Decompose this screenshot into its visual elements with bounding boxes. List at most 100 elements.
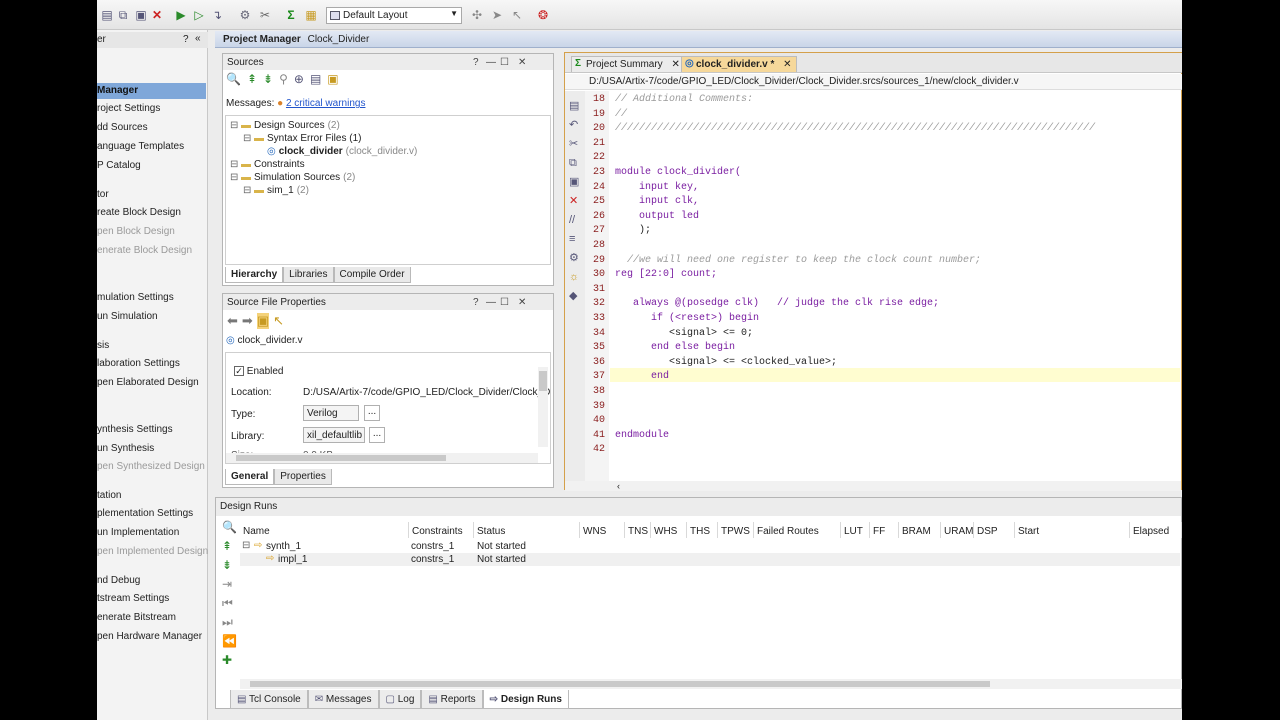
editor-horizontal-scrollbar[interactable]: ‹ [565,481,1181,491]
column-header[interactable]: Start [1015,522,1130,538]
flow-nav-item[interactable]: tor [97,189,109,200]
close-icon[interactable]: ✕ [518,297,526,308]
expand-toggle-icon[interactable]: ⊟ [243,185,254,196]
sum-icon[interactable]: Σ [283,7,299,23]
tab-reports[interactable]: ▤ Reports [421,690,483,709]
type-field[interactable]: Verilog [303,405,359,421]
code-line[interactable]: ////////////////////////////////////////… [615,123,1095,134]
properties-icon[interactable]: ▣ [256,313,270,329]
code-line[interactable]: // Additional Comments: [615,94,753,105]
select-pointer-icon[interactable]: ↖ [273,313,284,329]
column-header[interactable]: WNS [580,522,625,538]
flow-nav-item[interactable]: laboration Settings [97,358,180,369]
code-line[interactable]: input clk, [615,196,699,207]
zoom-fit-icon[interactable]: ✣ [469,7,485,23]
runs-horizontal-scrollbar[interactable] [240,679,1182,689]
expand-toggle-icon[interactable]: ⊟ [242,540,250,551]
next-icon[interactable]: ⏭ [222,613,238,632]
search-icon[interactable]: 🔍 [226,72,241,86]
column-header[interactable]: URAM [941,522,974,538]
column-header[interactable]: Elapsed [1130,522,1182,538]
flow-nav-item[interactable]: pen Implemented Design [97,546,208,557]
run-all-icon[interactable]: ▶ [173,7,189,23]
insert-template-icon[interactable]: ◆ [569,287,579,306]
help-icon[interactable]: ❂ [535,7,551,23]
expand-toggle-icon[interactable]: ⊟ [243,133,254,144]
column-header[interactable]: DSP [974,522,1015,538]
settings-gear-icon[interactable]: ⚙ [237,7,253,23]
comment-icon[interactable]: // [569,211,579,230]
pointer-icon[interactable]: ➤ [489,7,505,23]
flow-nav-item[interactable]: un Implementation [97,527,179,538]
flow-nav-item[interactable]: reate Block Design [97,207,181,218]
tab-sources-2[interactable]: Compile Order [333,267,411,283]
move-icon[interactable]: ↖ [509,7,525,23]
layout-select[interactable]: Default Layout ▼ [326,7,462,24]
minimize-icon[interactable]: — [486,297,496,308]
flow-nav-item[interactable]: tstream Settings [97,593,169,604]
tab-sfp-1[interactable]: Properties [274,469,332,485]
tree-node[interactable]: ⊟ ▬ Constraints [230,159,308,170]
tree-node[interactable]: ⊟ ▬ Simulation Sources (2) [230,172,355,183]
run-row[interactable]: ⇨ synth_1 constrs_1 Not started ⊟ [240,540,1180,553]
indent-icon[interactable]: ≡ [569,230,579,249]
expand-toggle-icon[interactable]: ⊟ [230,120,241,131]
previous-icon[interactable]: ⏪ [222,632,238,651]
code-line[interactable]: // [615,109,627,120]
code-line[interactable]: end else begin [615,342,735,353]
code-line[interactable]: output led [615,211,699,222]
flow-nav-item[interactable]: enerate Block Design [97,245,192,256]
expand-all-icon[interactable]: ⇟ [263,72,273,86]
flow-nav-item[interactable]: anguage Templates [97,141,184,152]
add-source-icon[interactable]: ⊕ [294,72,304,86]
code-line[interactable]: ); [615,225,651,236]
tree-node[interactable]: ◎ clock_divider (clock_divider.v) [256,146,417,157]
library-browse-button[interactable]: ... [369,427,385,443]
tab-sources-1[interactable]: Libraries [283,267,334,283]
type-browse-button[interactable]: ... [364,405,380,421]
collapse-icon[interactable]: « [195,33,201,44]
code-area[interactable]: // Additional Comments://///////////////… [615,91,1180,481]
flow-nav-item[interactable]: roject Settings [97,103,160,114]
tab-tcl-console[interactable]: ▤ Tcl Console [230,690,308,709]
report-icon[interactable]: ▦ [303,7,319,23]
filter-icon[interactable]: ⚲ [279,72,288,86]
delete-icon[interactable]: ✕ [569,192,579,211]
library-field[interactable]: xil_defaultlib [303,427,365,443]
flow-nav-item[interactable]: ynthesis Settings [97,424,173,435]
paste-icon[interactable]: ▣ [133,7,149,23]
flow-nav-item[interactable]: un Synthesis [97,443,154,454]
code-line[interactable]: input key, [615,182,699,193]
help-icon[interactable]: ? [183,34,189,45]
flow-nav-item[interactable]: sis [97,340,109,351]
code-line[interactable]: if (<reset>) begin [615,313,759,324]
code-line[interactable]: <signal> <= 0; [615,328,753,339]
column-header[interactable]: Failed Routes [754,522,841,538]
code-line[interactable]: always @(posedge clk) // judge the clk r… [615,298,939,309]
flow-nav-item[interactable]: un Simulation [97,311,158,322]
column-header[interactable]: Status [474,522,580,538]
flow-nav-item[interactable]: enerate Bitstream [97,612,176,623]
column-header[interactable]: LUT [841,522,870,538]
save-icon[interactable]: ▤ [569,97,579,116]
forward-arrow-icon[interactable]: ➡ [242,313,253,329]
help-icon[interactable]: ? [473,297,479,308]
column-header[interactable]: TPWS [718,522,754,538]
expand-toggle-icon[interactable]: ⊟ [230,172,241,183]
search-icon[interactable]: 🔍 [222,518,238,537]
expand-toggle-icon[interactable]: ⊟ [230,159,241,170]
column-header[interactable]: THS [687,522,718,538]
file-icon[interactable]: ▤ [310,72,321,86]
tree-node[interactable]: ⊟ ▬ Design Sources (2) [230,120,340,131]
code-line[interactable]: endmodule [615,430,669,441]
code-line[interactable]: reg [22:0] count; [615,269,717,280]
help-icon[interactable]: ? [473,57,479,68]
cut-icon[interactable]: ✂ [569,135,579,154]
flow-nav-item[interactable]: dd Sources [97,122,148,133]
horizontal-scrollbar[interactable] [226,453,538,463]
tab-sources-0[interactable]: Hierarchy [225,267,284,283]
close-icon[interactable]: ✕ [671,59,679,70]
scroll-left-icon[interactable]: ‹ [617,481,620,491]
column-header[interactable]: BRAM [899,522,941,538]
flow-nav-item[interactable]: tation [97,490,121,501]
